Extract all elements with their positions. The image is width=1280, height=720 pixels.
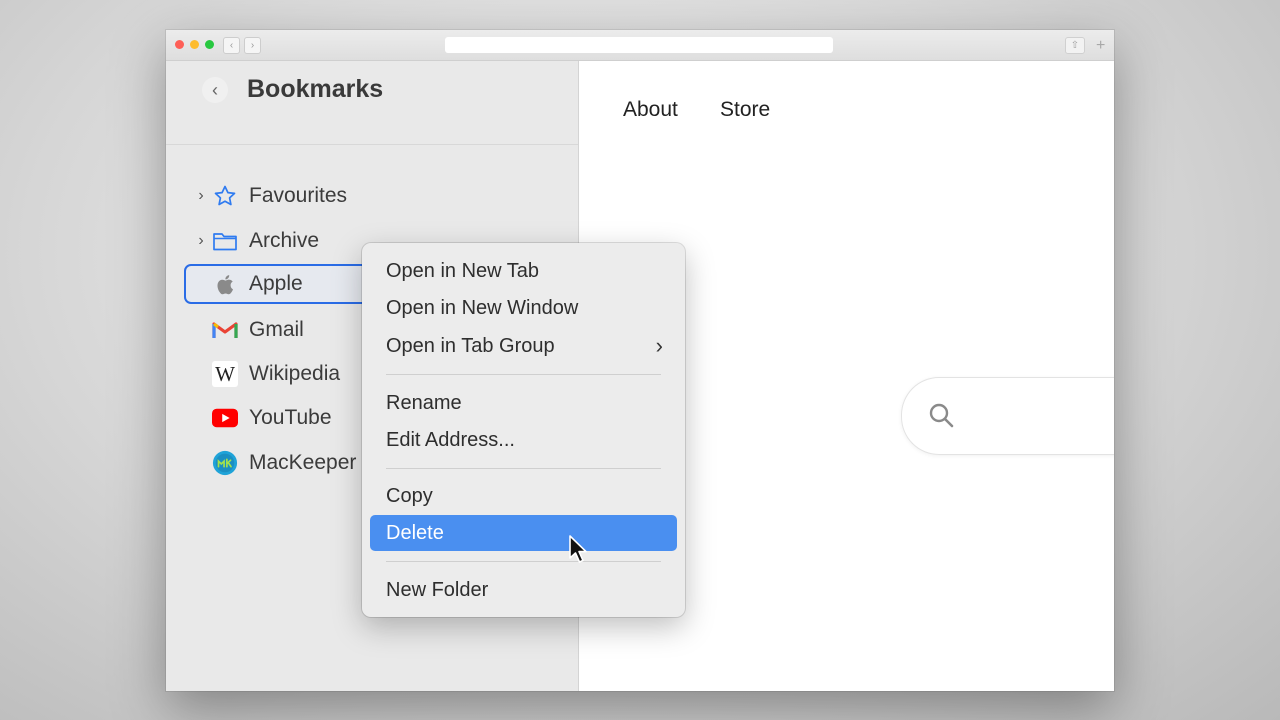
- menu-item-open-tab-group[interactable]: Open in Tab Group ›: [370, 328, 677, 364]
- context-menu: Open in New Tab Open in New Window Open …: [362, 243, 685, 617]
- menu-separator: [386, 468, 661, 469]
- mackeeper-icon: [212, 450, 238, 476]
- new-tab-icon[interactable]: +: [1096, 38, 1105, 54]
- menu-item-rename[interactable]: Rename: [370, 385, 677, 421]
- menu-separator: [386, 374, 661, 375]
- nav-link-about[interactable]: About: [623, 98, 678, 122]
- star-icon: [212, 183, 238, 209]
- sidebar-divider: [166, 144, 578, 145]
- menu-item-copy[interactable]: Copy: [370, 478, 677, 514]
- bookmark-label: MacKeeper: [249, 451, 357, 474]
- bookmark-label: Favourites: [249, 184, 348, 207]
- bookmark-label: Wikipedia: [249, 362, 341, 385]
- folder-icon: [212, 228, 238, 254]
- bookmark-label: YouTube: [249, 406, 332, 429]
- menu-item-open-new-window[interactable]: Open in New Window: [370, 290, 677, 326]
- youtube-icon: [212, 405, 238, 431]
- mouse-pointer-icon: [568, 534, 590, 569]
- chevron-right-icon[interactable]: ›: [192, 232, 210, 250]
- bookmark-favourites[interactable]: › Favourites: [186, 176, 558, 216]
- bookmark-label: Archive: [249, 229, 320, 252]
- search-field[interactable]: [901, 377, 1114, 455]
- close-window-button[interactable]: [175, 40, 184, 49]
- title-bar: ‹ › ⇧ +: [166, 30, 1114, 61]
- menu-item-open-new-tab[interactable]: Open in New Tab: [370, 253, 677, 289]
- bookmark-label: Gmail: [249, 318, 304, 341]
- chevron-right-icon: ›: [655, 333, 663, 358]
- minimize-window-button[interactable]: [190, 40, 199, 49]
- menu-item-delete[interactable]: Delete: [370, 515, 677, 551]
- gmail-icon: [212, 317, 238, 343]
- wikipedia-icon: W: [212, 361, 238, 387]
- search-icon: [928, 402, 956, 435]
- nav-link-store[interactable]: Store: [720, 98, 770, 122]
- back-nav-button[interactable]: ‹: [223, 37, 240, 54]
- share-icon[interactable]: ⇧: [1065, 37, 1085, 54]
- menu-separator: [386, 561, 661, 562]
- forward-nav-button[interactable]: ›: [244, 37, 261, 54]
- address-bar[interactable]: [445, 37, 833, 53]
- chevron-right-icon[interactable]: ›: [192, 187, 210, 205]
- apple-icon: [212, 271, 238, 297]
- sidebar-back-button[interactable]: ‹: [202, 77, 228, 103]
- menu-item-edit-address[interactable]: Edit Address...: [370, 422, 677, 458]
- menu-item-label: Open in Tab Group: [386, 335, 555, 357]
- bookmark-label: Apple: [249, 272, 303, 295]
- menu-item-new-folder[interactable]: New Folder: [370, 572, 677, 608]
- sidebar-title: Bookmarks: [247, 75, 384, 103]
- zoom-window-button[interactable]: [205, 40, 214, 49]
